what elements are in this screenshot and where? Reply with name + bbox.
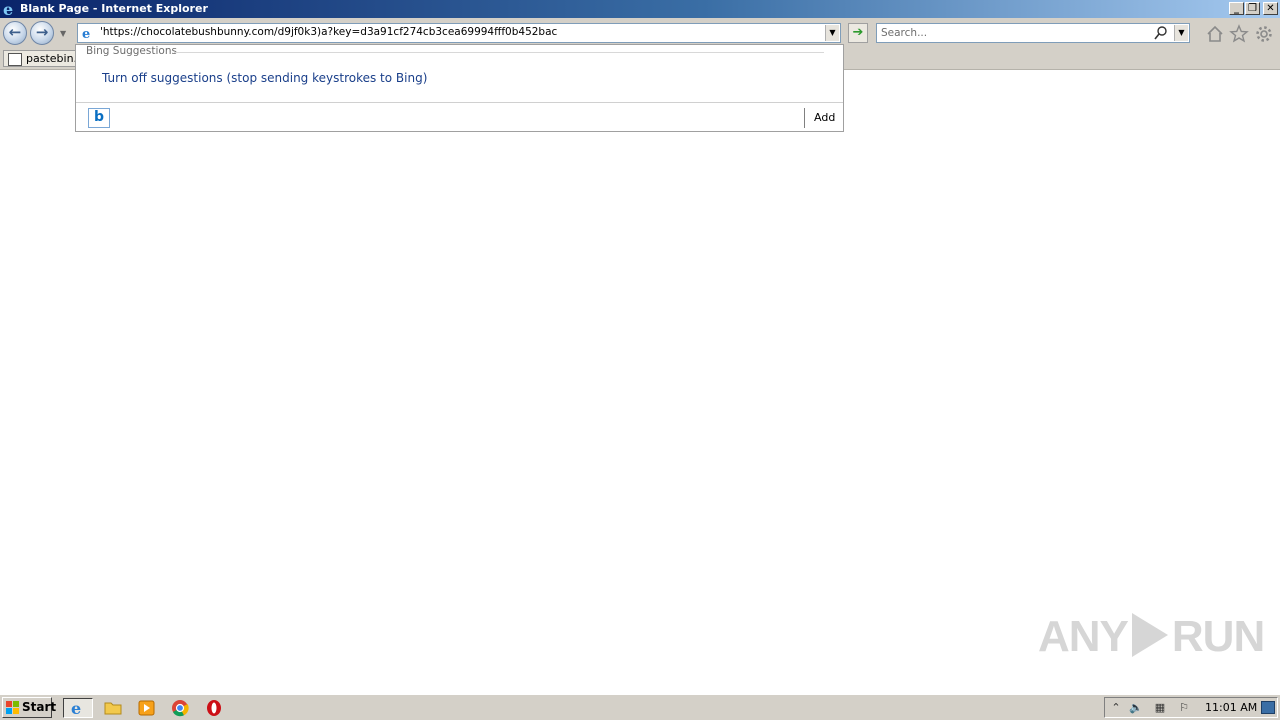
search-box[interactable]: Search... ▼ xyxy=(876,23,1190,43)
taskbar-explorer[interactable] xyxy=(102,698,124,718)
windows-flag-icon xyxy=(6,701,19,714)
restore-button[interactable]: ❐ xyxy=(1245,2,1260,15)
search-input[interactable]: Search... xyxy=(881,27,927,39)
bing-icon[interactable]: b xyxy=(88,108,110,128)
back-button[interactable]: ← xyxy=(3,21,27,45)
opera-icon xyxy=(207,700,221,716)
header-divider xyxy=(174,52,824,53)
taskbar-opera[interactable] xyxy=(203,698,225,718)
address-input[interactable]: 'https://chocolatebushbunny.com/d9jf0k3)… xyxy=(100,26,557,38)
svg-text:e: e xyxy=(3,1,13,17)
home-icon[interactable] xyxy=(1205,24,1225,44)
svg-text:e: e xyxy=(82,27,90,40)
search-dropdown-icon[interactable]: ▼ xyxy=(1174,25,1188,41)
volume-icon[interactable]: 🔈 xyxy=(1129,701,1143,715)
title-bar: e Blank Page - Internet Explorer _ ❐ ✕ xyxy=(0,0,1280,18)
taskbar: Start e ⌃ 🔈 ▦ ⚐ 11:01 AM xyxy=(0,694,1280,720)
go-button[interactable]: ➔ xyxy=(848,23,868,43)
footer-divider xyxy=(76,102,843,103)
action-center-flag-icon[interactable]: ⚐ xyxy=(1177,701,1191,715)
forward-button[interactable]: → xyxy=(30,21,54,45)
window-title: Blank Page - Internet Explorer xyxy=(20,2,208,15)
search-icon[interactable] xyxy=(1153,25,1169,41)
recent-pages-dropdown-icon[interactable]: ▼ xyxy=(60,29,66,38)
taskbar-media-player[interactable] xyxy=(136,698,158,718)
chrome-icon xyxy=(172,700,189,717)
folder-icon xyxy=(104,702,122,715)
pastebin-favicon-icon xyxy=(8,53,22,66)
minimize-button[interactable]: _ xyxy=(1229,2,1244,15)
start-button[interactable]: Start xyxy=(2,697,56,718)
system-tray: ⌃ 🔈 ▦ ⚐ 11:01 AM xyxy=(1104,697,1278,718)
anyrun-watermark: ANY RUN xyxy=(1038,612,1265,662)
show-desktop-icon[interactable] xyxy=(1261,701,1275,714)
turn-off-suggestions-link[interactable]: Turn off suggestions (stop sending keyst… xyxy=(102,71,427,85)
network-icon[interactable]: ▦ xyxy=(1153,701,1167,715)
taskbar-chrome[interactable] xyxy=(170,698,192,718)
show-hidden-icons-icon[interactable]: ⌃ xyxy=(1109,701,1123,715)
address-bar[interactable]: e 'https://chocolatebushbunny.com/d9jf0k… xyxy=(77,23,841,43)
clock[interactable]: 11:01 AM xyxy=(1205,701,1257,714)
suggestions-dropdown: Bing Suggestions Turn off suggestions (s… xyxy=(75,44,844,132)
close-button[interactable]: ✕ xyxy=(1263,2,1278,15)
star-icon[interactable] xyxy=(1229,24,1249,44)
watermark-left: ANY xyxy=(1038,612,1129,661)
watermark-right: RUN xyxy=(1171,612,1265,661)
start-label: Start xyxy=(22,700,57,714)
svg-text:e: e xyxy=(71,699,81,717)
gear-icon[interactable] xyxy=(1254,24,1274,44)
add-divider xyxy=(804,108,805,128)
media-player-icon xyxy=(138,700,155,716)
ie-logo-icon: e xyxy=(3,1,13,17)
add-provider-button[interactable]: Add xyxy=(814,111,835,124)
address-dropdown-icon[interactable]: ▼ xyxy=(825,25,839,41)
suggestions-header: Bing Suggestions xyxy=(86,45,177,57)
ie-icon: e xyxy=(71,699,81,718)
ie-page-icon: e xyxy=(82,27,90,40)
play-icon xyxy=(1131,613,1168,657)
taskbar-ie[interactable]: e xyxy=(63,698,93,718)
